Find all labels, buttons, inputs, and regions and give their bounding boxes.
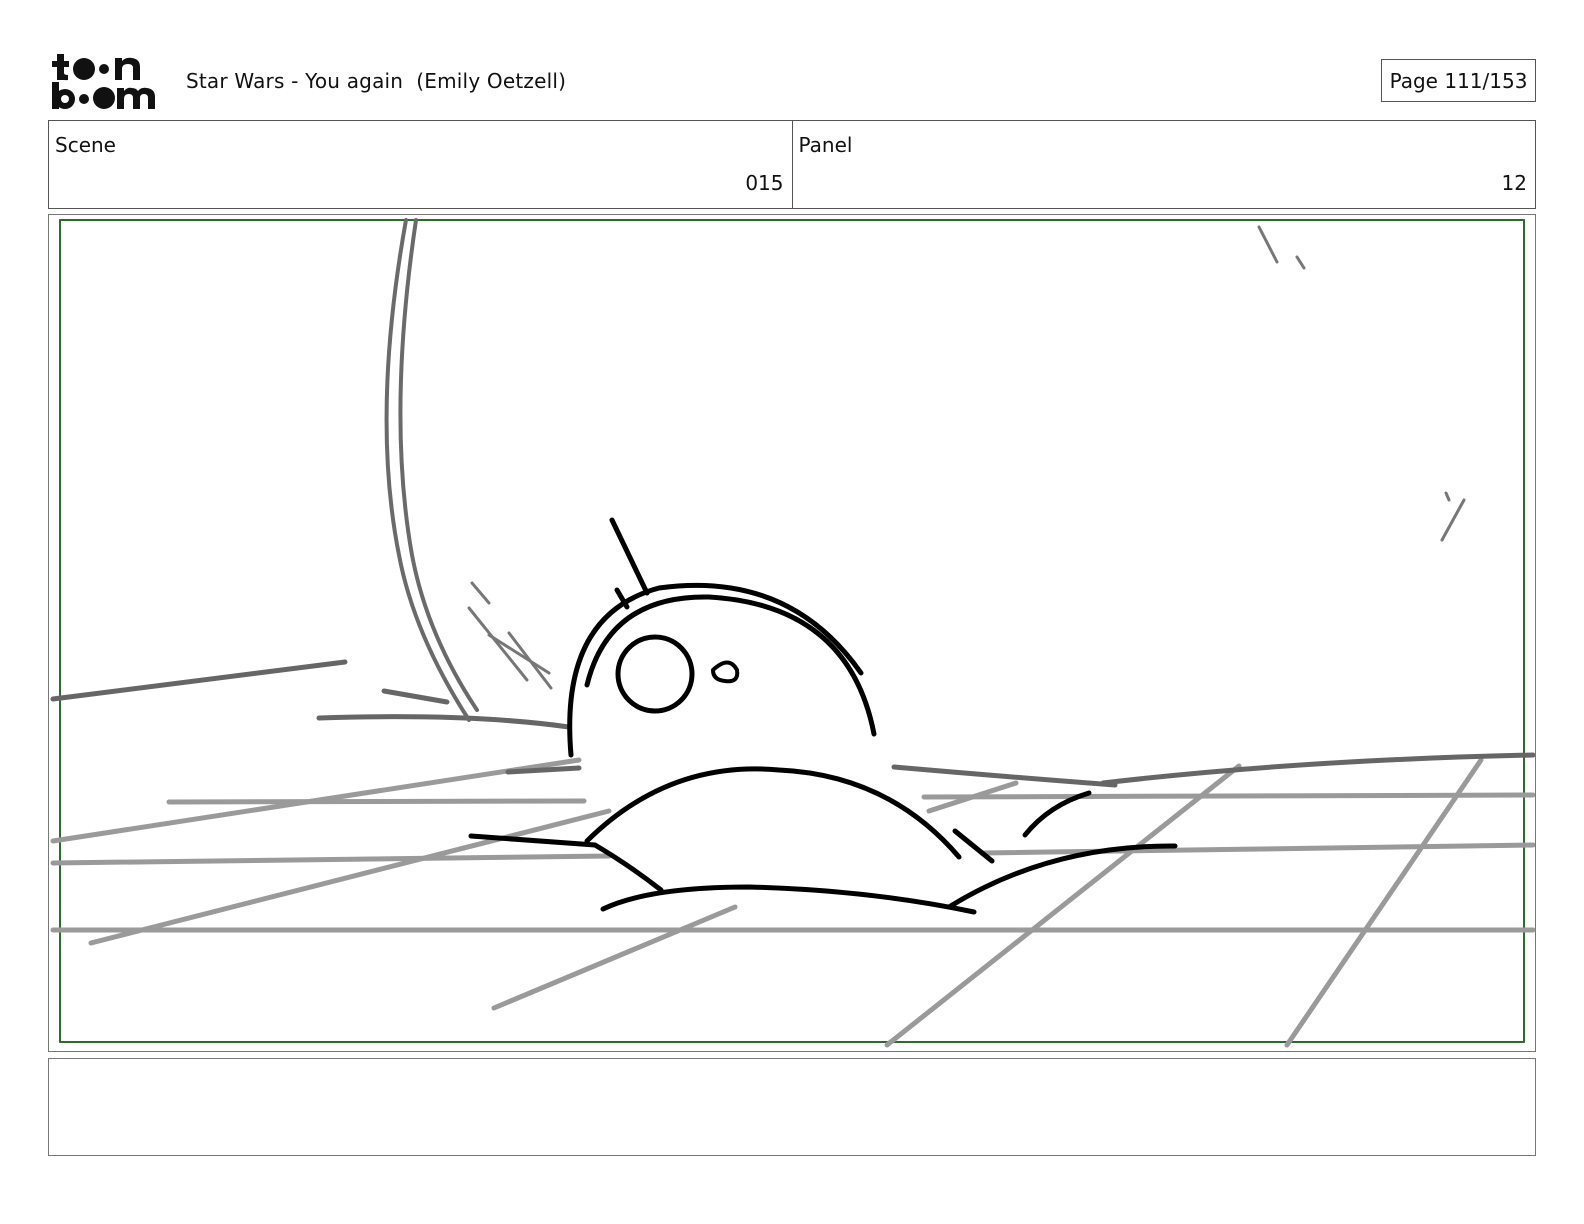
toon-boom-logo xyxy=(52,54,155,109)
panel-label: Panel xyxy=(798,133,853,157)
panel-number: 12 xyxy=(1501,171,1527,195)
safe-frame xyxy=(59,219,1525,1043)
wall-curve xyxy=(384,218,479,722)
motion-marks xyxy=(467,225,1466,690)
scene-cell: Scene 015 xyxy=(49,121,792,208)
floor-grid xyxy=(50,757,1535,1048)
background-lines xyxy=(50,659,1535,788)
storyboard-panel xyxy=(48,214,1536,1052)
notes-box xyxy=(48,1058,1536,1156)
panel-sketch xyxy=(50,218,1535,1048)
scene-panel-info: Scene 015 Panel 12 xyxy=(48,120,1536,209)
scene-label: Scene xyxy=(55,133,116,157)
project-title: Star Wars - You again (Emily Oetzell) xyxy=(186,69,567,93)
page-indicator: Page 111/153 xyxy=(1381,59,1536,102)
panel-cell: Panel 12 xyxy=(791,121,1536,208)
page-number: Page 111/153 xyxy=(1389,68,1528,93)
scene-number: 015 xyxy=(745,171,784,195)
